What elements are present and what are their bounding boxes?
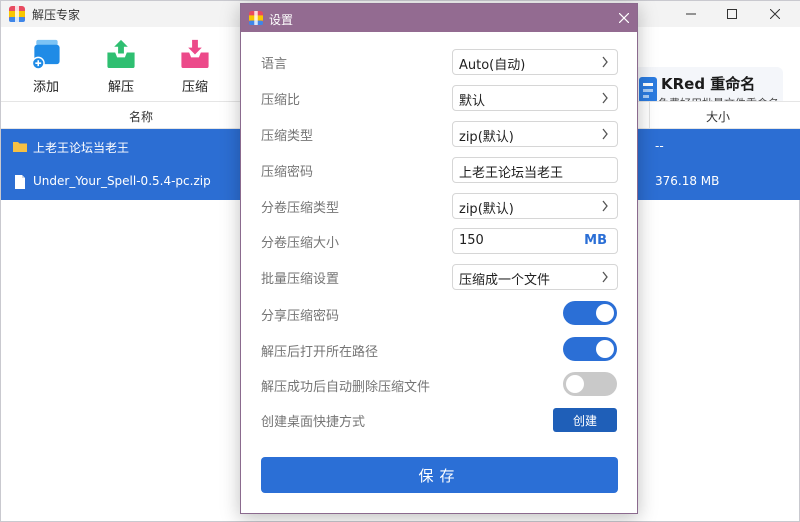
split-type-value: zip(默认) (459, 202, 514, 217)
split-size-value: 150 (459, 233, 484, 248)
close-button[interactable] (765, 5, 785, 23)
row-filename: Under_Your_Spell-0.5.4-pc.zip (33, 174, 211, 188)
batch-select[interactable]: 压缩成一个文件 (452, 264, 618, 290)
auto-delete-label: 解压成功后自动删除压缩文件 (261, 380, 431, 395)
chevron-right-icon (602, 92, 608, 104)
app-title: 解压专家 (32, 8, 81, 22)
chevron-right-icon (602, 271, 608, 283)
row-filesize: -- (655, 139, 664, 153)
split-size-label: 分卷压缩大小 (261, 236, 340, 251)
open-path-toggle[interactable] (563, 337, 617, 361)
chevron-right-icon (602, 56, 608, 68)
create-shortcut-button[interactable]: 创建 (553, 408, 617, 432)
compression-type-value: zip(默认) (459, 130, 514, 145)
share-password-toggle[interactable] (563, 301, 617, 325)
chevron-right-icon (602, 128, 608, 140)
setting-compression-ratio: 压缩比 默认 (241, 85, 637, 111)
save-button[interactable]: 保存 (261, 457, 618, 493)
setting-split-type: 分卷压缩类型 zip(默认) (241, 193, 637, 219)
toggle-knob (596, 340, 614, 358)
promo-title: KRed 重命名 (661, 75, 756, 93)
language-value: Auto(自动) (459, 58, 526, 73)
row-filename: 上老王论坛当老王 (33, 141, 130, 155)
compression-ratio-select[interactable]: 默认 (452, 85, 618, 111)
shortcut-label: 创建桌面快捷方式 (261, 415, 366, 430)
add-label: 添加 (32, 80, 59, 95)
compress-icon (181, 39, 209, 69)
dialog-title-bar: 设置 (241, 4, 637, 32)
compress-button[interactable]: 压缩 (168, 37, 222, 95)
minimize-button[interactable] (681, 5, 701, 23)
add-archive-icon (31, 39, 60, 70)
toggle-knob (566, 375, 584, 393)
extract-icon (107, 39, 135, 69)
folder-icon (13, 142, 27, 152)
extract-label: 解压 (107, 80, 134, 95)
split-type-label: 分卷压缩类型 (261, 201, 340, 216)
compression-ratio-label: 压缩比 (261, 93, 301, 108)
setting-open-path: 解压后打开所在路径 (241, 337, 637, 363)
language-select[interactable]: Auto(自动) (452, 49, 618, 75)
setting-auto-delete: 解压成功后自动删除压缩文件 (241, 372, 637, 398)
column-divider (649, 102, 650, 130)
chevron-right-icon (602, 200, 608, 212)
setting-password: 压缩密码 上老王论坛当老王 (241, 157, 637, 183)
batch-value: 压缩成一个文件 (459, 273, 551, 288)
row-filesize: 376.18 MB (655, 174, 720, 188)
column-name-header[interactable]: 名称 (129, 108, 153, 125)
dialog-title: 设置 (269, 13, 294, 27)
toggle-knob (596, 304, 614, 322)
setting-share-password: 分享压缩密码 (241, 301, 637, 327)
maximize-button[interactable] (722, 5, 742, 23)
compression-type-select[interactable]: zip(默认) (452, 121, 618, 147)
setting-split-size: 分卷压缩大小 150 MB (241, 228, 637, 254)
add-button[interactable]: 添加 (19, 37, 73, 95)
compress-label: 压缩 (181, 80, 208, 95)
setting-compression-type: 压缩类型 zip(默认) (241, 121, 637, 147)
language-label: 语言 (261, 57, 288, 72)
minimize-icon (686, 13, 696, 15)
share-password-label: 分享压缩密码 (261, 309, 340, 324)
auto-delete-toggle[interactable] (563, 372, 617, 396)
split-size-input[interactable]: 150 MB (452, 228, 618, 254)
password-value: 上老王论坛当老王 (459, 166, 564, 181)
compression-type-label: 压缩类型 (261, 129, 314, 144)
maximize-icon (727, 9, 737, 19)
compression-ratio-value: 默认 (459, 94, 486, 109)
setting-shortcut: 创建桌面快捷方式 创建 (241, 408, 637, 436)
dialog-close-button[interactable] (615, 9, 633, 27)
close-icon (770, 9, 780, 19)
split-size-unit: MB (584, 233, 607, 248)
password-input[interactable]: 上老王论坛当老王 (452, 157, 618, 183)
file-icon (15, 175, 25, 189)
open-path-label: 解压后打开所在路径 (261, 345, 379, 360)
column-size-header[interactable]: 大小 (706, 108, 730, 125)
password-label: 压缩密码 (261, 165, 314, 180)
batch-label: 批量压缩设置 (261, 272, 340, 287)
setting-language: 语言 Auto(自动) (241, 49, 637, 75)
setting-batch: 批量压缩设置 压缩成一个文件 (241, 264, 637, 290)
app-logo-icon (249, 11, 263, 25)
app-logo-icon (9, 6, 25, 22)
close-icon (619, 13, 629, 23)
extract-button[interactable]: 解压 (94, 37, 148, 95)
settings-dialog: 设置 语言 Auto(自动) 压缩比 默认 压缩类型 zip(默认) 压缩密码 … (240, 3, 638, 514)
split-type-select[interactable]: zip(默认) (452, 193, 618, 219)
